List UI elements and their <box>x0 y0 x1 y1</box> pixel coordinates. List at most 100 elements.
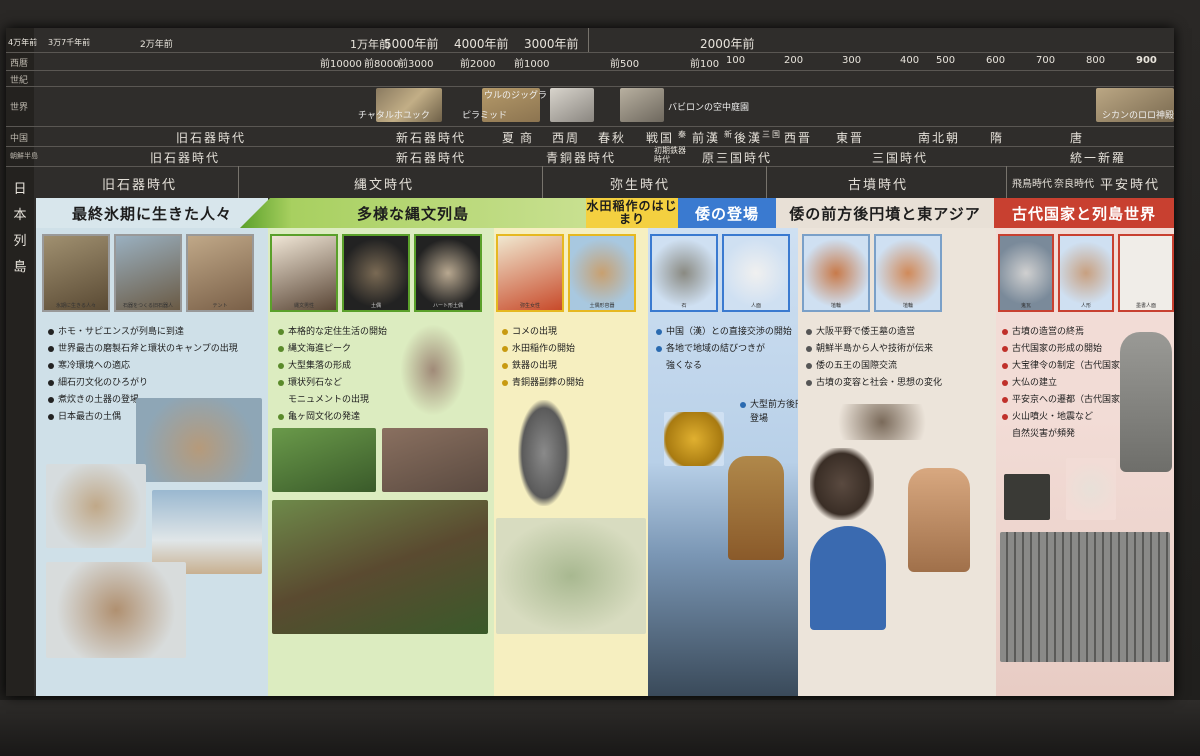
bullet-text: 日本最古の土偶 <box>58 412 122 422</box>
bullet-dot <box>656 345 662 352</box>
bullet-dot <box>1002 396 1008 403</box>
bullet-text: 亀ヶ岡文化の発達 <box>288 412 361 422</box>
divider <box>1006 166 1007 198</box>
haniwa-vase-image <box>908 468 970 572</box>
korea-period: 青銅器時代 <box>546 151 617 165</box>
bullet-text: 自然災害が頻発 <box>1012 429 1076 439</box>
thumbnail: 埴輪 <box>874 234 942 312</box>
thumbnail: 弥生女性 <box>496 234 564 312</box>
thumb-caption: 弥生女性 <box>519 303 540 309</box>
section-banner: 水田稲作のはじまり <box>586 198 678 228</box>
bullet-item: 寒冷環境への適応 <box>48 358 238 375</box>
section-jomon: 縄文男性 土偶 ハート形土偶 本格的な定住生活の開始 縄文海進ピーク 大型集落の… <box>268 228 494 696</box>
japan-period: 弥生時代 <box>610 178 671 193</box>
tick: 700 <box>1036 55 1056 66</box>
china-period: 夏 <box>502 131 517 145</box>
thumbnail: 人面 <box>722 234 790 312</box>
section-banner: 最終氷期に生きた人々 <box>36 198 268 228</box>
bullet-text: 大阪平野で倭王墓の造営 <box>816 327 916 337</box>
thumb-caption: 石 <box>681 303 687 309</box>
aerial-site-photo <box>272 500 488 634</box>
bullet-text: 本格的な定住生活の開始 <box>288 327 388 337</box>
tick: 500 <box>936 55 956 66</box>
bullet-item: 大阪平野で倭王墓の造営 <box>806 324 942 341</box>
china-period: 三国 <box>762 130 782 139</box>
japan-period: 旧石器時代 <box>102 178 178 193</box>
thumb-row: 鬼瓦 人形 墨書人面 <box>998 234 1174 314</box>
row-era: 西暦 前10000 前8000 前3000 前2000 前1000 前500 前… <box>6 52 1174 71</box>
bullet-item: 強くなる <box>656 358 792 375</box>
bullet-item: 朝鮮半島から人や技術が伝来 <box>806 341 942 358</box>
bullet-dot <box>502 328 508 335</box>
tick: 前8000 <box>364 59 400 70</box>
bullet-item: 縄文海進ピーク <box>278 341 387 358</box>
thumb-caption: 土偶 <box>370 303 381 309</box>
china-period: 後漢 <box>734 131 763 145</box>
tick: 900 <box>1136 55 1157 66</box>
japan-period: 奈良時代 <box>1054 179 1094 190</box>
thumb-caption: 氷期に生きる人々 <box>56 303 96 309</box>
china-period: 商 <box>520 131 535 145</box>
bullet-text: 各地で地域の結びつきが <box>666 344 766 354</box>
bullet-item: コメの出現 <box>502 324 584 341</box>
china-period: 戦国 <box>646 131 675 145</box>
row-world: 世界 チャタルホユック ウルのジッグラト ピラミッド バビロンの空中庭園 シカン… <box>6 86 1174 127</box>
korea-period: 新石器時代 <box>396 151 467 165</box>
tick: 300 <box>842 55 862 66</box>
bullet-text: ホモ・サピエンスが列島に到達 <box>58 327 184 337</box>
section-yayoi: 弥生女性 土偶形容器 コメの出現 水田稲作の開始 鉄器の出現 青銅器副葬の開始 <box>494 228 648 696</box>
bullet-text: 青銅器副葬の開始 <box>512 378 585 388</box>
bullet-dot <box>1002 379 1008 386</box>
world-event-label: チャタルホユック <box>358 111 430 121</box>
section-banner: 多様な縄文列島 <box>240 198 586 228</box>
divider <box>542 166 543 198</box>
tick: 200 <box>784 55 804 66</box>
japan-period: 縄文時代 <box>354 178 415 193</box>
tick: 600 <box>986 55 1006 66</box>
bullet-text: 火山噴火・地震など <box>1012 412 1094 422</box>
bullet-item: 水田稲作の開始 <box>502 341 584 358</box>
thumb-row: 石 人面 <box>650 234 790 314</box>
bullet-text: 古代国家の形成の開始 <box>1012 344 1103 354</box>
bullet-text: 寒冷環境への適応 <box>58 361 131 371</box>
bullet-dot <box>48 345 54 352</box>
bullet-dot <box>278 379 284 386</box>
thumbnail: ハート形土偶 <box>414 234 482 312</box>
section-banner: 古代国家と列島世界 <box>994 198 1174 228</box>
thumbnail: 氷期に生きる人々 <box>42 234 110 312</box>
side-char: 島 <box>13 260 27 275</box>
tick: 前2000 <box>460 59 496 70</box>
row-label: 世界 <box>10 103 29 113</box>
bullet-text: コメの出現 <box>512 327 558 337</box>
tick: 2000年前 <box>700 37 755 51</box>
china-period: 新石器時代 <box>396 131 467 145</box>
row-label: 世紀 <box>10 76 29 86</box>
babylon-image <box>620 88 664 122</box>
bullet-text: 大仏の建立 <box>1012 378 1058 388</box>
bullet-item: 中国（漢）との直接交渉の開始 <box>656 324 792 341</box>
bullet-item: 古墳の変容と社会・思想の変化 <box>806 375 942 392</box>
thumbnail: 縄文男性 <box>270 234 338 312</box>
tick: 前1000 <box>514 59 550 70</box>
seal-stamp-image <box>1004 474 1050 520</box>
side-char: 列 <box>13 234 27 249</box>
dotaku-bell-image <box>728 456 784 560</box>
bullet-item: 各地で地域の結びつきが <box>656 341 792 358</box>
helmet-image <box>810 448 874 520</box>
family-illustration <box>46 562 186 658</box>
bullet-dot <box>502 379 508 386</box>
thumb-caption: 鬼瓦 <box>1020 303 1031 309</box>
bullet-text: 細石刃文化のひろがり <box>58 378 149 388</box>
dogu-image <box>400 324 466 416</box>
thumb-caption: 墨書人面 <box>1135 303 1156 309</box>
bullet-list: 大阪平野で倭王墓の造営 朝鮮半島から人や技術が伝来 倭の五王の国際交流 古墳の変… <box>806 324 942 392</box>
thumb-caption: 石器をつくる旧石器人 <box>123 303 173 309</box>
china-period: 秦 <box>678 130 688 139</box>
china-period: 西周 <box>552 131 581 145</box>
tick: 400 <box>900 55 920 66</box>
section-paleolithic: 氷期に生きる人々 石器をつくる旧石器人 テント ホモ・サピエンスが列島に到達 世… <box>36 228 268 696</box>
thumb-caption: 埴輪 <box>902 303 913 309</box>
timeline-panel: 日 本 列 島 4万年前 3万7千年前 2万年前 1万年前 5000年前 400… <box>6 28 1174 696</box>
thunder-god-sketch <box>1066 458 1116 520</box>
bullet-dot <box>806 362 812 369</box>
